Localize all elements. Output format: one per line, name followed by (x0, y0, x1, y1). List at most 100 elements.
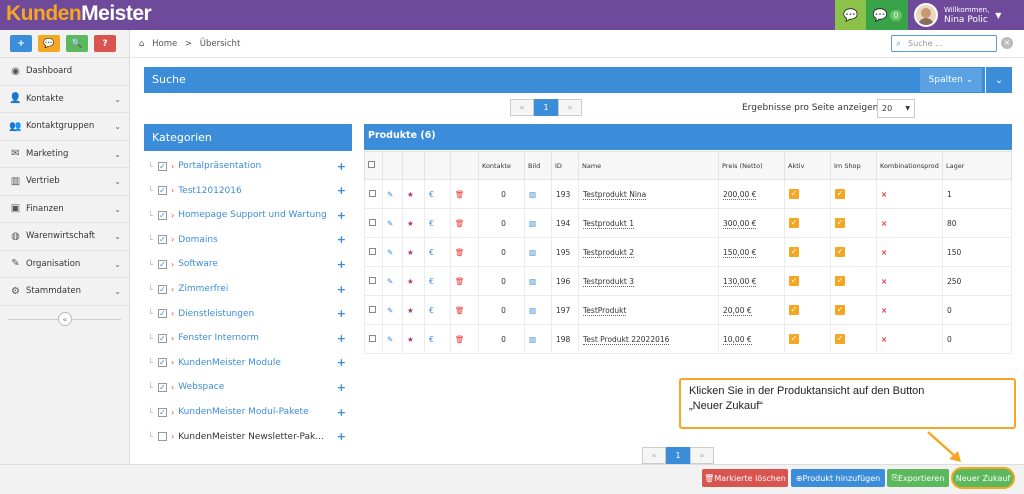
results-per-page-select[interactable]: 20 ▼ (877, 99, 915, 118)
check-icon[interactable]: ✓ (835, 276, 845, 286)
check-icon[interactable]: ✓ (789, 218, 799, 228)
image-icon[interactable]: ▨ (529, 190, 536, 199)
row-checkbox[interactable] (369, 189, 376, 197)
product-name[interactable]: Testprodukt 1 (583, 218, 634, 229)
category-label[interactable]: Fenster Internorm (178, 333, 259, 343)
add-product-button[interactable]: ⊕ Produkt hinzufügen (791, 469, 885, 487)
columns-button[interactable]: Spalten ⌄ (920, 68, 982, 92)
product-price[interactable]: 150,00 € (723, 247, 757, 258)
category-label[interactable]: Zimmerfrei (178, 284, 228, 294)
image-icon[interactable]: ▨ (529, 335, 536, 344)
check-icon[interactable]: ✓ (835, 334, 845, 344)
trash-icon[interactable]: 🗑 (455, 190, 465, 199)
search-input[interactable]: ⌕ Suche ... (891, 35, 997, 52)
category-label[interactable]: KundenMeister Newsletter-Pak... (178, 432, 324, 442)
select-all-checkbox[interactable] (368, 161, 375, 168)
trash-icon[interactable]: 🗑 (455, 277, 465, 286)
table-row[interactable]: ✎ ★ € 🗑 0 ▨ 195 Testprodukt 2 150,00 € ✓ ✓ × 150 (364, 237, 1012, 267)
add-subcategory-icon[interactable]: + (337, 406, 346, 419)
delete-selected-button[interactable]: 🗑 Markierte löschen (702, 469, 788, 487)
chevron-right-icon[interactable]: › (171, 334, 174, 343)
add-subcategory-icon[interactable]: + (337, 160, 346, 173)
category-checkbox[interactable]: ✓ (158, 284, 167, 294)
quick-chat-button[interactable]: 💬 (38, 35, 60, 52)
pencil-icon[interactable]: ✎ (387, 190, 393, 199)
add-subcategory-icon[interactable]: + (337, 209, 346, 222)
product-name[interactable]: Testprodukt Nina (583, 189, 647, 200)
check-icon[interactable]: ✓ (835, 247, 845, 257)
pager-prev[interactable]: « (510, 99, 534, 116)
category-item[interactable]: └ ✓ › Fenster Internorm + (148, 329, 348, 347)
sidebar-item-kontakte[interactable]: 👤 Kontakte ⌄ (0, 86, 129, 113)
category-label[interactable]: Test12012016 (178, 186, 242, 196)
category-label[interactable]: Webspace (178, 382, 224, 392)
panel-toggle-button[interactable]: ⌄ (985, 67, 1012, 93)
check-icon[interactable]: ✓ (789, 247, 799, 257)
col-aktiv[interactable]: Aktiv (784, 151, 831, 180)
product-price[interactable]: 300,00 € (723, 218, 757, 229)
sidebar-item-vertrieb[interactable]: ▥ Vertrieb ⌄ (0, 168, 129, 196)
check-icon[interactable]: ✓ (789, 305, 799, 315)
category-label[interactable]: Homepage Support und Wartung (178, 210, 327, 220)
euro-icon[interactable]: € (429, 306, 434, 315)
product-price[interactable]: 200,00 € (723, 189, 757, 200)
pencil-icon[interactable]: ✎ (387, 335, 393, 344)
category-item[interactable]: └ ✓ › Domains + (148, 231, 348, 249)
chevron-right-icon[interactable]: › (171, 285, 174, 294)
category-item[interactable]: └ ✓ › Zimmerfrei + (148, 280, 348, 298)
category-item[interactable]: └ ✓ › KundenMeister Modul-Pakete + (148, 403, 348, 421)
category-item[interactable]: └ ✓ › Test12012016 + (148, 182, 348, 200)
category-item[interactable]: └ ✓ › Dienstleistungen + (148, 305, 348, 323)
add-subcategory-icon[interactable]: + (337, 283, 346, 296)
sidebar-item-warenwirtschaft[interactable]: ◍ Warenwirtschaft ⌄ (0, 223, 129, 251)
add-subcategory-icon[interactable]: + (337, 233, 346, 246)
pencil-icon[interactable]: ✎ (387, 306, 393, 315)
chat-button[interactable]: 💬 (835, 0, 866, 30)
app-logo[interactable]: KundenMeister (6, 2, 152, 26)
pencil-icon[interactable]: ✎ (387, 277, 393, 286)
product-name[interactable]: TestProdukt (583, 305, 627, 316)
trash-icon[interactable]: 🗑 (455, 306, 465, 315)
image-icon[interactable]: ▨ (529, 248, 536, 257)
check-icon[interactable]: ✓ (835, 218, 845, 228)
trash-icon[interactable]: 🗑 (455, 219, 465, 228)
euro-icon[interactable]: € (429, 248, 434, 257)
col-lager[interactable]: Lager (942, 151, 1012, 180)
category-checkbox[interactable]: ✓ (158, 358, 167, 368)
user-menu[interactable]: Willkommen, Nina Polic ▼ (910, 0, 1024, 30)
col-preis[interactable]: Preis (Netto) (718, 151, 785, 180)
product-name[interactable]: Test Produkt 22022016 (583, 334, 670, 345)
pencil-icon[interactable]: ✎ (387, 248, 393, 257)
cross-icon[interactable]: × (881, 248, 887, 257)
add-subcategory-icon[interactable]: + (337, 258, 346, 271)
add-subcategory-icon[interactable]: + (337, 184, 346, 197)
chevron-right-icon[interactable]: › (171, 211, 174, 220)
new-purchase-button[interactable]: Neuer Zukauf (953, 469, 1013, 487)
category-checkbox[interactable]: ✓ (158, 309, 167, 319)
pager-prev[interactable]: « (642, 447, 666, 464)
check-icon[interactable]: ✓ (789, 276, 799, 286)
quick-help-button[interactable]: ? (94, 35, 116, 52)
col-name[interactable]: Name (578, 151, 719, 180)
quick-search-button[interactable]: 🔍 (66, 35, 88, 52)
add-subcategory-icon[interactable]: + (337, 356, 346, 369)
row-checkbox[interactable] (369, 276, 376, 284)
star-icon[interactable]: ★ (407, 306, 414, 315)
euro-icon[interactable]: € (429, 335, 434, 344)
cross-icon[interactable]: × (881, 219, 887, 228)
table-row[interactable]: ✎ ★ € 🗑 0 ▨ 197 TestProdukt 20,00 € ✓ ✓ × 0 (364, 295, 1012, 325)
sidebar-item-finanzen[interactable]: ▣ Finanzen ⌄ (0, 196, 129, 223)
category-item[interactable]: └ ✓ › Portalpräsentation + (148, 157, 348, 175)
chevron-right-icon[interactable]: › (171, 260, 174, 269)
chevron-right-icon[interactable]: › (171, 309, 174, 318)
table-row[interactable]: ✎ ★ € 🗑 0 ▨ 198 Test Produkt 22022016 10,00 € ✓ ✓ ×… (364, 324, 1012, 354)
sidebar-collapse-button[interactable]: « (58, 312, 72, 326)
sidebar-item-kontaktgruppen[interactable]: 👥 Kontaktgruppen ⌄ (0, 113, 129, 141)
check-icon[interactable]: ✓ (835, 189, 845, 199)
search-panel-header[interactable]: Suche Spalten ⌄ ⌄ (144, 67, 1012, 93)
add-subcategory-icon[interactable]: + (337, 307, 346, 320)
category-label[interactable]: Software (178, 259, 218, 269)
cross-icon[interactable]: × (881, 190, 887, 199)
row-checkbox[interactable] (369, 247, 376, 255)
chevron-right-icon[interactable]: › (171, 358, 174, 367)
